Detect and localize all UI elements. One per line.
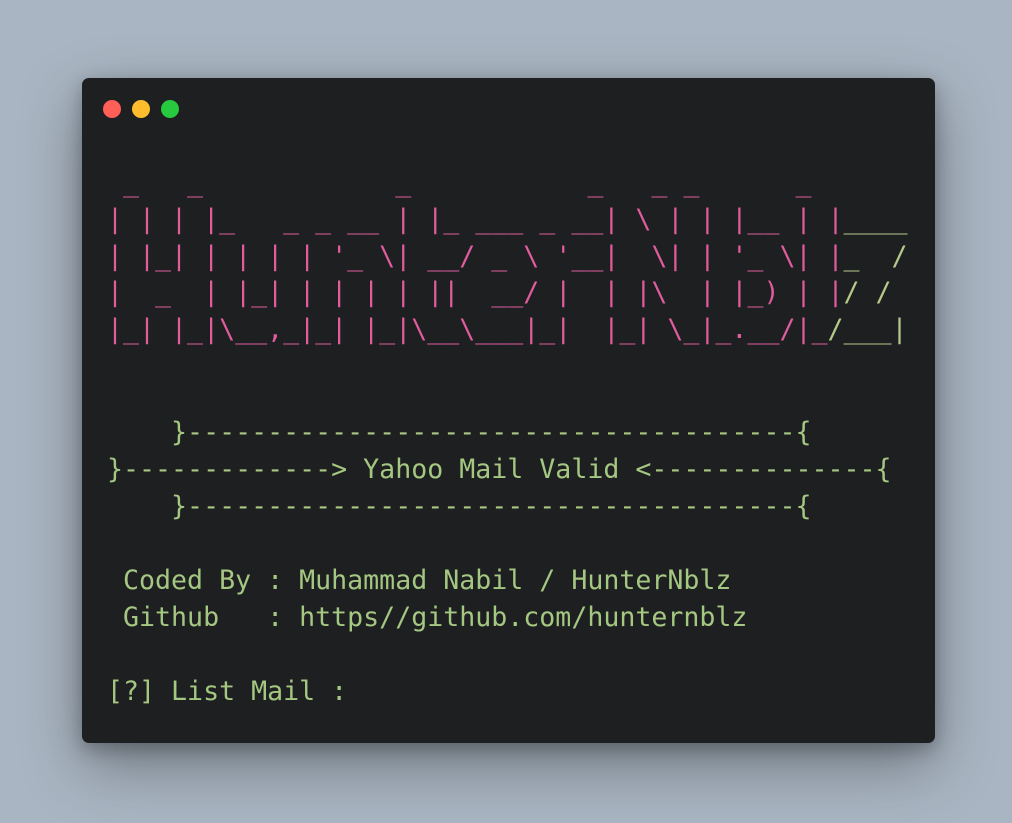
- title-line: }-------------> Yahoo Mail Valid <------…: [107, 454, 892, 485]
- divider-bottom: }--------------------------------------{: [107, 491, 812, 522]
- ascii-banner-line-3-tail: _ /: [843, 241, 908, 272]
- list-mail-prompt[interactable]: [?] List Mail :: [107, 673, 347, 710]
- divider-top: }--------------------------------------{: [107, 417, 812, 448]
- github-line: Github : https//github.com/hunternblz: [107, 602, 748, 633]
- ascii-banner-line-4-tail: / /: [843, 277, 892, 308]
- ascii-banner-line-3-text: | |_| | | | | '_ \| __/ _ \ '__| \| | '_…: [107, 241, 844, 272]
- ascii-banner-line-3: | |_| | | | | '_ \| __/ _ \ '__| \| | '_…: [107, 238, 908, 275]
- terminal-window: _ _ _ _ _ _ _ | | | |_ _ _ __ | |_ ___ _…: [82, 78, 935, 743]
- ascii-banner-line-2: | | | |_ _ _ __ | |_ ___ _ __| \ | | |__…: [107, 201, 908, 238]
- ascii-banner-line-5: |_| |_|\__,_|_| |_|\__\___|_| |_| \_|_._…: [107, 311, 908, 348]
- ascii-banner-line-4-text: | _ | |_| | | | | || __/ | | |\ | |_) | …: [107, 277, 844, 308]
- ascii-banner-line-1-text: _ _ _ _ _ _ _: [107, 167, 812, 198]
- ascii-banner-line-5-text: |_| |_|\__,_|_| |_|\__\___|_| |_| \_|_._…: [107, 314, 828, 345]
- ascii-banner-line-2-tail: ____: [843, 204, 908, 235]
- ascii-banner-line-2-text: | | | |_ _ _ __ | |_ ___ _ __| \ | | |__…: [107, 204, 844, 235]
- ascii-banner-line-4: | _ | |_| | | | | || __/ | | |\ | |_) | …: [107, 274, 892, 311]
- terminal-output: _ _ _ _ _ _ _ | | | |_ _ _ __ | |_ ___ _…: [107, 78, 935, 743]
- coded-by-line: Coded By : Muhammad Nabil / HunterNblz: [107, 565, 732, 596]
- ascii-banner-line-5-tail: /___|: [827, 314, 908, 345]
- ascii-banner-line-1: _ _ _ _ _ _ _: [107, 164, 811, 201]
